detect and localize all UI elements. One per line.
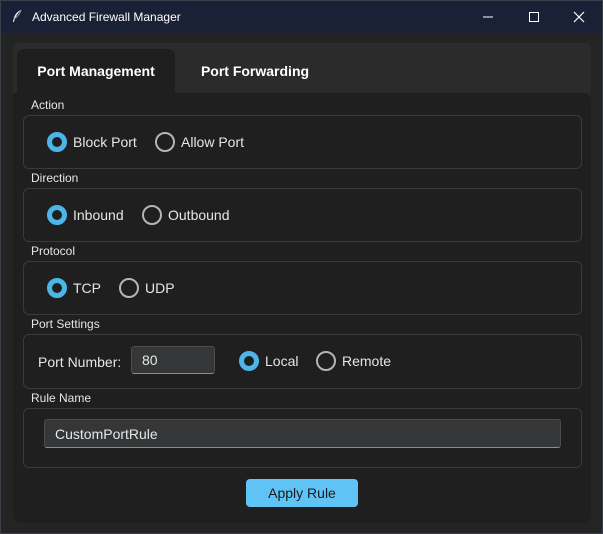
udp-label: UDP bbox=[145, 280, 175, 296]
port-number-label: Port Number: bbox=[38, 354, 122, 370]
outbound-label: Outbound bbox=[168, 207, 230, 223]
radio-indicator bbox=[47, 278, 67, 298]
direction-group: Inbound Outbound bbox=[23, 188, 582, 242]
block-port-label: Block Port bbox=[73, 134, 137, 150]
radio-indicator bbox=[155, 132, 175, 152]
inbound-label: Inbound bbox=[73, 207, 124, 223]
remote-radio[interactable]: Remote bbox=[316, 351, 391, 371]
minimize-icon bbox=[483, 16, 493, 18]
allow-port-radio[interactable]: Allow Port bbox=[155, 132, 244, 152]
direction-label: Direction bbox=[31, 171, 79, 185]
radio-indicator bbox=[142, 205, 162, 225]
tcp-label: TCP bbox=[73, 280, 101, 296]
local-radio[interactable]: Local bbox=[239, 351, 298, 371]
rule-name-label: Rule Name bbox=[31, 391, 92, 405]
feather-icon bbox=[13, 9, 22, 22]
port-management-panel: Action Block Port Allow Port Direction I… bbox=[13, 93, 591, 523]
rule-name-group bbox=[23, 408, 582, 468]
close-button[interactable] bbox=[556, 1, 602, 33]
minimize-button[interactable] bbox=[465, 1, 511, 33]
window-title: Advanced Firewall Manager bbox=[32, 10, 181, 24]
close-icon bbox=[573, 11, 585, 23]
maximize-icon bbox=[529, 12, 539, 22]
apply-rule-button[interactable]: Apply Rule bbox=[246, 479, 358, 507]
outbound-radio[interactable]: Outbound bbox=[142, 205, 230, 225]
radio-indicator bbox=[47, 132, 67, 152]
action-group: Block Port Allow Port bbox=[23, 115, 582, 169]
maximize-button[interactable] bbox=[511, 1, 557, 33]
radio-indicator bbox=[316, 351, 336, 371]
protocol-group: TCP UDP bbox=[23, 261, 582, 315]
tcp-radio[interactable]: TCP bbox=[47, 278, 101, 298]
port-settings-group: Port Number: Local Remote bbox=[23, 334, 582, 389]
action-label: Action bbox=[31, 98, 65, 112]
allow-port-label: Allow Port bbox=[181, 134, 245, 150]
tab-view: Port Management Port Forwarding Action B… bbox=[13, 43, 591, 523]
udp-radio[interactable]: UDP bbox=[119, 278, 175, 298]
remote-label: Remote bbox=[342, 353, 392, 369]
rule-name-input[interactable] bbox=[44, 419, 561, 448]
port-settings-label: Port Settings bbox=[31, 317, 100, 331]
block-port-radio[interactable]: Block Port bbox=[47, 132, 137, 152]
title-bar[interactable]: Advanced Firewall Manager bbox=[1, 1, 602, 33]
radio-indicator bbox=[239, 351, 259, 371]
radio-indicator bbox=[119, 278, 139, 298]
protocol-label: Protocol bbox=[31, 244, 76, 258]
port-number-input[interactable] bbox=[131, 346, 215, 374]
radio-indicator bbox=[47, 205, 67, 225]
tab-port-forwarding[interactable]: Port Forwarding bbox=[175, 49, 335, 93]
tab-port-management[interactable]: Port Management bbox=[17, 49, 175, 93]
local-label: Local bbox=[265, 353, 299, 369]
inbound-radio[interactable]: Inbound bbox=[47, 205, 124, 225]
app-window: Advanced Firewall Manager Port Managemen… bbox=[0, 0, 603, 534]
